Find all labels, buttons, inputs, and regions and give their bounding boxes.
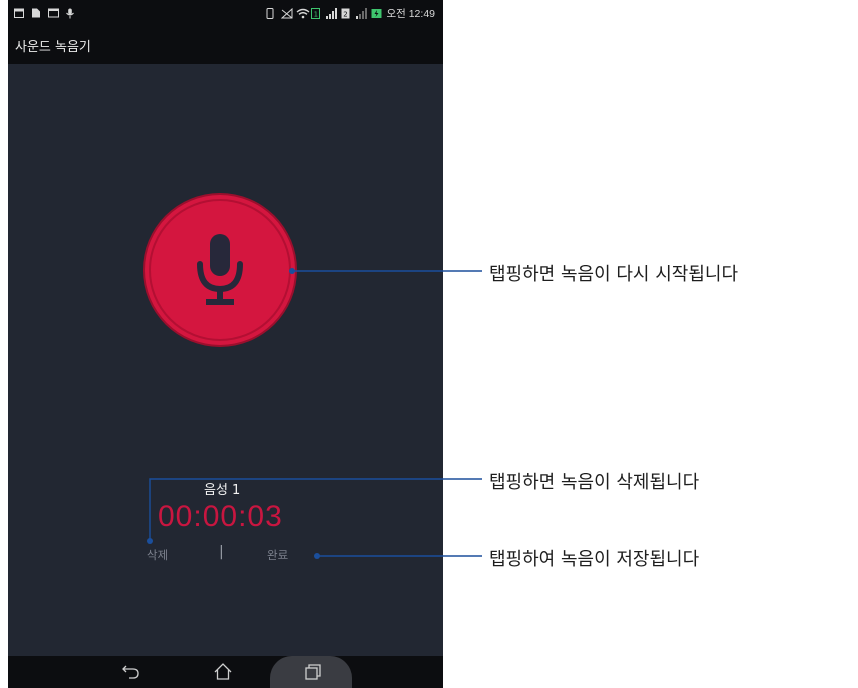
document-icon <box>31 8 41 18</box>
status-bar: 1 2 오전 12:49 <box>8 0 443 26</box>
microphone-icon <box>65 8 75 19</box>
gallery-icon <box>48 8 59 18</box>
calendar-icon <box>14 8 24 18</box>
record-button[interactable] <box>145 195 295 345</box>
vibrate-icon <box>266 8 276 19</box>
delete-annotation: 탭핑하면 녹음이 삭제됩니다 <box>489 472 700 493</box>
delete-button[interactable]: 삭제 <box>147 547 168 563</box>
signal-weak-icon <box>356 8 368 19</box>
svg-text:2: 2 <box>344 11 348 19</box>
save-annotation: 탭핑하여 녹음이 저장됩니다 <box>489 549 700 570</box>
no-signal-icon <box>281 8 293 19</box>
status-time: 오전 12:49 <box>386 7 435 20</box>
sim1-icon: 1 <box>311 8 321 19</box>
app-title: 사운드 녹음기 <box>15 39 91 55</box>
recording-name: 음성 1 <box>204 483 241 498</box>
recent-apps-icon[interactable] <box>303 662 323 682</box>
navigation-bar <box>8 656 443 688</box>
phone-screen: 1 2 오전 12:49 사운드 녹음기 음성 1 00:00:03 삭제 | … <box>8 0 443 688</box>
signal-icon <box>326 8 338 19</box>
battery-charging-icon <box>371 8 382 18</box>
recording-timer: 00:00:03 <box>158 500 283 533</box>
record-button-ring <box>149 199 291 341</box>
home-icon[interactable] <box>213 662 233 682</box>
back-icon[interactable] <box>121 662 141 682</box>
svg-text:1: 1 <box>314 11 318 19</box>
sim2-icon: 2 <box>341 8 351 19</box>
button-separator: | <box>219 544 224 560</box>
done-button[interactable]: 완료 <box>267 547 288 563</box>
record-annotation: 탭핑하면 녹음이 다시 시작됩니다 <box>489 264 739 285</box>
wifi-icon <box>296 8 310 19</box>
app-bar: 사운드 녹음기 <box>8 26 443 64</box>
